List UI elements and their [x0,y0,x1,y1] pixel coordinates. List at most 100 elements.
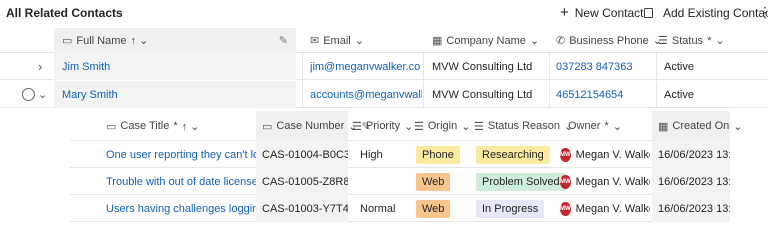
page-title: All Related Contacts [6,6,123,20]
chevron-right-icon[interactable]: › [38,53,52,80]
chevron-down-icon: ⌄ [733,120,743,133]
list-icon: ☰ [474,120,484,133]
case-row[interactable]: Users having challenges logging in CAS-0… [70,195,730,222]
contact-status: Active [664,60,694,73]
chevron-down-icon[interactable]: ⌄ [38,81,52,108]
text-field-icon: ▭ [106,120,117,133]
required-asterisk: * [173,120,178,132]
required-asterisk: * [604,120,609,132]
list-icon: ☰ [658,35,668,47]
column-label: Full Name [76,34,127,47]
contact-row[interactable]: › Jim Smith jim@meganvwalker.com MVW Con… [0,53,768,80]
calendar-icon: ▦ [658,120,669,133]
new-contact-label: New Contact [574,6,644,20]
chevron-down-icon: ⌄ [354,35,364,47]
avatar: MW [560,174,571,189]
case-number: CAS-01004-B0C3... [256,141,348,168]
case-row[interactable]: Trouble with out of date license CAS-010… [70,168,730,195]
contact-phone-link[interactable]: 46512154654 [556,81,651,108]
owner-name: Megan V. Walker [575,175,650,188]
avatar: MW [560,147,571,162]
column-label: Status Reason [487,120,561,132]
owner-cell[interactable]: MW Megan V. Walker [560,168,650,195]
column-case-number[interactable]: ▭ Case Number ⌄ ✎ [256,111,371,141]
case-priority: High [360,148,383,161]
column-label: Case Number [276,120,345,132]
column-owner[interactable]: Owner * ⌄ [568,111,650,141]
contact-email-link[interactable]: jim@meganvwalker.com [310,53,420,80]
chevron-down-icon: ⌄ [404,120,414,133]
column-origin[interactable]: ☰ Origin ⌄ [414,111,472,141]
created-on: 16/06/2023 13:14 [652,141,730,168]
status-reason-pill: Researching [476,145,550,164]
building-icon: ▦ [432,35,443,47]
created-on: 16/06/2023 13:30 [652,168,730,195]
column-email[interactable]: ✉ Email ⌄ [306,28,424,53]
contact-status: Active [664,88,694,101]
contact-company: MVW Consulting Ltd [432,88,533,101]
column-status-reason[interactable]: ☰ Status Reason ⌄ [474,111,573,141]
contact-name-link[interactable]: Jim Smith [54,53,296,80]
owner-name: Megan V. Walker [575,202,650,215]
contact-company: MVW Consulting Ltd [432,60,533,73]
column-full-name[interactable]: ▭ Full Name ↑ ⌄ ✎ [54,28,296,53]
case-title-link[interactable]: Users having challenges logging in [106,195,256,222]
status-reason-pill: Problem Solved [476,172,566,191]
column-label: Status [671,34,704,47]
contact-row[interactable]: ⌄ Mary Smith accounts@meganvwalker.... M… [0,81,768,108]
column-label: Email [323,34,351,47]
case-priority [360,168,410,195]
created-on: 16/06/2023 13:14 [652,195,730,222]
sort-asc-icon: ↑ ⌄ [181,120,200,133]
contact-phone-link[interactable]: 037283 847363 [556,53,651,80]
case-number: CAS-01005-Z8R8... [256,168,348,195]
owner-cell[interactable]: MW Megan V. Walker [560,195,650,222]
avatar: MW [560,201,571,216]
contacts-header-row: ▭ Full Name ↑ ⌄ ✎ ✉ Email ⌄ ▦ Company Na… [0,28,768,53]
column-label: Origin [427,120,458,132]
contact-name-link[interactable]: Mary Smith [54,81,296,108]
column-case-title[interactable]: ▭ Case Title * ↑ ⌄ [106,111,256,141]
status-reason-pill: In Progress [476,199,545,218]
required-asterisk: * [707,34,712,47]
chevron-down-icon: ⌄ [529,35,540,47]
column-company[interactable]: ▦ Company Name ⌄ [426,28,546,53]
sort-asc-icon: ↑ ⌄ [130,35,149,47]
case-number: CAS-01003-Y7T4... [256,195,348,222]
case-priority: Normal [360,202,396,215]
column-label: Business Phone [569,34,649,47]
column-status[interactable]: ☰ Status * ⌄ [658,28,738,53]
add-existing-label: Add Existing Contact [663,6,768,20]
phone-icon: ✆ [556,35,566,47]
case-title-link[interactable]: Trouble with out of date license [106,168,256,195]
origin-pill: Web [416,172,451,191]
column-label: Priority [365,120,401,132]
contact-email-link[interactable]: accounts@meganvwalker.... [310,81,422,108]
owner-cell[interactable]: MW Megan V. Walker [560,141,650,168]
edit-icon: ✎ [278,35,288,47]
column-business-phone[interactable]: ✆ Business Phone ⌄ [550,28,662,53]
column-label: Case Title [120,120,170,132]
owner-name: Megan V. Walker [575,148,650,161]
cases-header-row: ▭ Case Title * ↑ ⌄ ▭ Case Number ⌄ ✎ ☰ P… [70,111,743,141]
column-label: Owner [568,120,601,132]
add-existing-icon [644,8,653,18]
case-row[interactable]: One user reporting they can't log in CAS… [70,141,730,168]
more-options-icon[interactable]: ⋮ [758,4,768,21]
chevron-down-icon: ⌄ [461,120,471,133]
mail-icon: ✉ [310,35,320,47]
column-created-on[interactable]: ▦ Created On ⌄ [652,111,743,141]
column-priority[interactable]: ☰ Priority ⌄ [352,111,414,141]
origin-pill: Phone [416,145,460,164]
list-icon: ☰ [352,120,362,133]
chevron-down-icon: ⌄ [715,35,725,47]
case-title-link[interactable]: One user reporting they can't log in [106,141,256,168]
row-select-radio[interactable] [22,81,38,108]
column-label: Created On [672,120,730,132]
text-field-icon: ▭ [262,120,273,133]
text-field-icon: ▭ [62,35,73,47]
column-label: Company Name [446,34,526,47]
new-contact-button[interactable]: + New Contact [560,5,644,20]
chevron-down-icon: ⌄ [612,120,622,133]
add-existing-contact-button[interactable]: Add Existing Contact [644,6,768,20]
